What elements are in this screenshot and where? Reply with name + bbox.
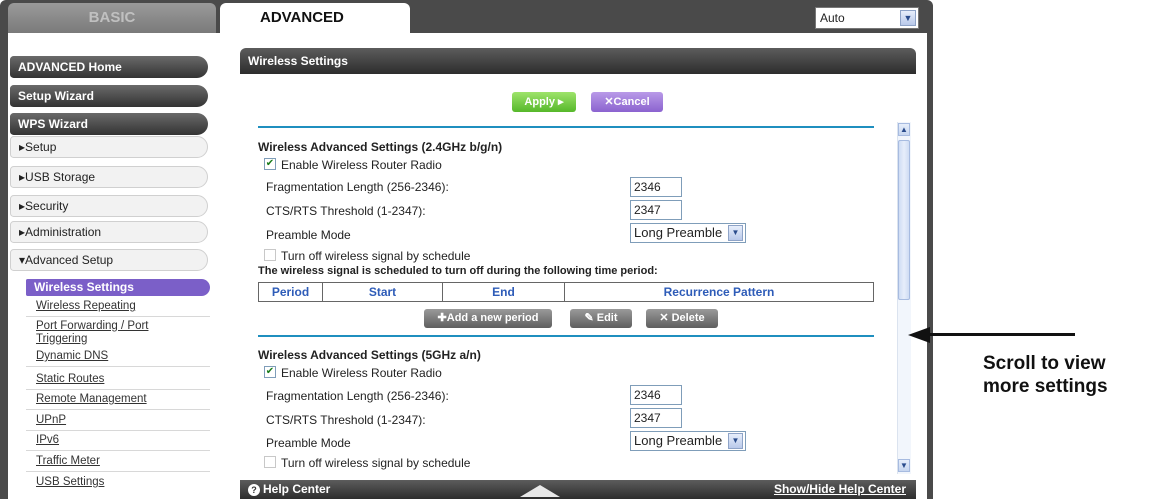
help-toggle-arrow-icon[interactable] (520, 485, 560, 497)
tab-advanced[interactable]: ADVANCED (220, 3, 410, 33)
sidebar-subitem-wireless-settings[interactable]: Wireless Settings (26, 279, 210, 296)
sidebar-divider (26, 389, 210, 390)
sidebar-subitem-upnp[interactable]: UPnP (36, 414, 66, 427)
language-select-value: Auto (820, 11, 845, 25)
table-header-period: Period (258, 282, 323, 302)
sidebar-item-wps-wizard[interactable]: WPS Wizard (10, 113, 208, 135)
delete-button[interactable]: ✕ Delete (646, 309, 718, 328)
scroll-annotation: Scroll to view more settings (983, 352, 1158, 398)
cts-5-label: CTS/RTS Threshold (1-2347): (266, 413, 426, 427)
preamble-5-value: Long Preamble (634, 433, 723, 448)
sidebar-divider (26, 471, 210, 472)
port-forwarding-line2: Triggering (36, 333, 88, 345)
tab-basic[interactable]: BASIC (8, 3, 216, 33)
add-period-button[interactable]: ✚Add a new period (424, 309, 552, 328)
enable-radio-24-label: Enable Wireless Router Radio (281, 158, 442, 172)
sidebar-subitem-wireless-repeating[interactable]: Wireless Repeating (36, 300, 136, 313)
annotation-arrow-line (925, 333, 1075, 336)
sidebar-item-usb-storage[interactable]: ▸USB Storage (10, 166, 208, 188)
enable-radio-5-label: Enable Wireless Router Radio (281, 366, 442, 380)
enable-radio-5-checkbox[interactable]: ✔ (264, 366, 276, 378)
scroll-down-icon[interactable]: ▼ (898, 459, 910, 472)
sidebar-divider (26, 409, 210, 410)
edit-label: Edit (596, 312, 618, 324)
content-title: Wireless Settings (240, 48, 916, 74)
sidebar-subitem-ipv6[interactable]: IPv6 (36, 434, 59, 447)
sidebar-subitem-port-forwarding[interactable]: Port Forwarding / Port Triggering (36, 320, 148, 346)
preamble-5-label: Preamble Mode (266, 436, 351, 450)
language-select[interactable]: Auto ▼ (815, 7, 919, 29)
section-divider (258, 126, 874, 128)
schedule-5-checkbox[interactable] (264, 456, 276, 468)
frag-24-input[interactable]: 2346 (630, 177, 682, 197)
sidebar-item-setup[interactable]: ▸Setup (10, 136, 208, 158)
sidebar-subitem-usb-settings[interactable]: USB Settings (36, 476, 104, 489)
show-hide-help-link[interactable]: Show/Hide Help Center (774, 480, 906, 499)
sidebar-subitem-static-routes[interactable]: Static Routes (36, 373, 104, 386)
schedule-5-label: Turn off wireless signal by schedule (281, 456, 471, 470)
table-header-start: Start (322, 282, 443, 302)
cts-5-input[interactable]: 2347 (630, 408, 682, 428)
port-forwarding-line1: Port Forwarding / Port (36, 320, 149, 332)
section-divider (258, 335, 874, 337)
sidebar-item-administration[interactable]: ▸Administration (10, 221, 208, 243)
frag-5-label: Fragmentation Length (256-2346): (266, 389, 449, 403)
sidebar-subitem-remote-management[interactable]: Remote Management (36, 393, 147, 406)
cts-24-label: CTS/RTS Threshold (1-2347): (266, 204, 426, 218)
scrollbar-thumb[interactable] (898, 140, 910, 300)
table-header-end: End (442, 282, 565, 302)
cancel-button[interactable]: ✕Cancel (591, 92, 663, 112)
pencil-icon: ✎ (584, 312, 594, 324)
schedule-note: The wireless signal is scheduled to turn… (258, 265, 658, 277)
chevron-down-icon[interactable]: ▼ (728, 433, 743, 449)
annotation-line2: more settings (983, 376, 1108, 397)
section-5-heading: Wireless Advanced Settings (5GHz a/n) (258, 348, 481, 362)
schedule-24-label: Turn off wireless signal by schedule (281, 249, 471, 263)
edit-button[interactable]: ✎ Edit (570, 309, 632, 328)
section-24-heading: Wireless Advanced Settings (2.4GHz b/g/n… (258, 140, 503, 154)
sidebar-subitem-dynamic-dns[interactable]: Dynamic DNS (36, 350, 108, 363)
enable-radio-24-checkbox[interactable]: ✔ (264, 158, 276, 170)
frag-5-input[interactable]: 2346 (630, 385, 682, 405)
table-header-recurrence: Recurrence Pattern (564, 282, 874, 302)
frag-24-label: Fragmentation Length (256-2346): (266, 180, 449, 194)
chevron-down-icon[interactable]: ▼ (728, 225, 743, 241)
schedule-table: Period Start End Recurrence Pattern (258, 282, 874, 302)
help-center-link[interactable]: ? Help Center (248, 480, 330, 499)
sidebar-divider (26, 430, 210, 431)
sidebar-item-advanced-setup[interactable]: ▾Advanced Setup (10, 249, 208, 271)
help-center-label: Help Center (263, 482, 331, 496)
sidebar-item-security[interactable]: ▸Security (10, 195, 208, 217)
preamble-24-label: Preamble Mode (266, 228, 351, 242)
cts-24-input[interactable]: 2347 (630, 200, 682, 220)
preamble-5-select[interactable]: Long Preamble ▼ (630, 431, 746, 451)
chevron-down-icon[interactable]: ▼ (900, 10, 916, 26)
sidebar-divider (26, 366, 210, 367)
sidebar-divider (26, 316, 210, 317)
scroll-up-icon[interactable]: ▲ (898, 123, 910, 136)
apply-button[interactable]: Apply ▸ (512, 92, 576, 112)
annotation-line1: Scroll to view (983, 353, 1106, 374)
help-icon: ? (248, 484, 260, 496)
sidebar-item-advanced-home[interactable]: ADVANCED Home (10, 56, 208, 78)
preamble-24-select[interactable]: Long Preamble ▼ (630, 223, 746, 243)
preamble-24-value: Long Preamble (634, 225, 723, 240)
schedule-24-checkbox[interactable] (264, 249, 276, 261)
help-center-bar: ? Help Center Show/Hide Help Center (240, 480, 916, 499)
sidebar-item-setup-wizard[interactable]: Setup Wizard (10, 85, 208, 107)
sidebar-divider (26, 450, 210, 451)
sidebar-subitem-traffic-meter[interactable]: Traffic Meter (36, 455, 100, 468)
